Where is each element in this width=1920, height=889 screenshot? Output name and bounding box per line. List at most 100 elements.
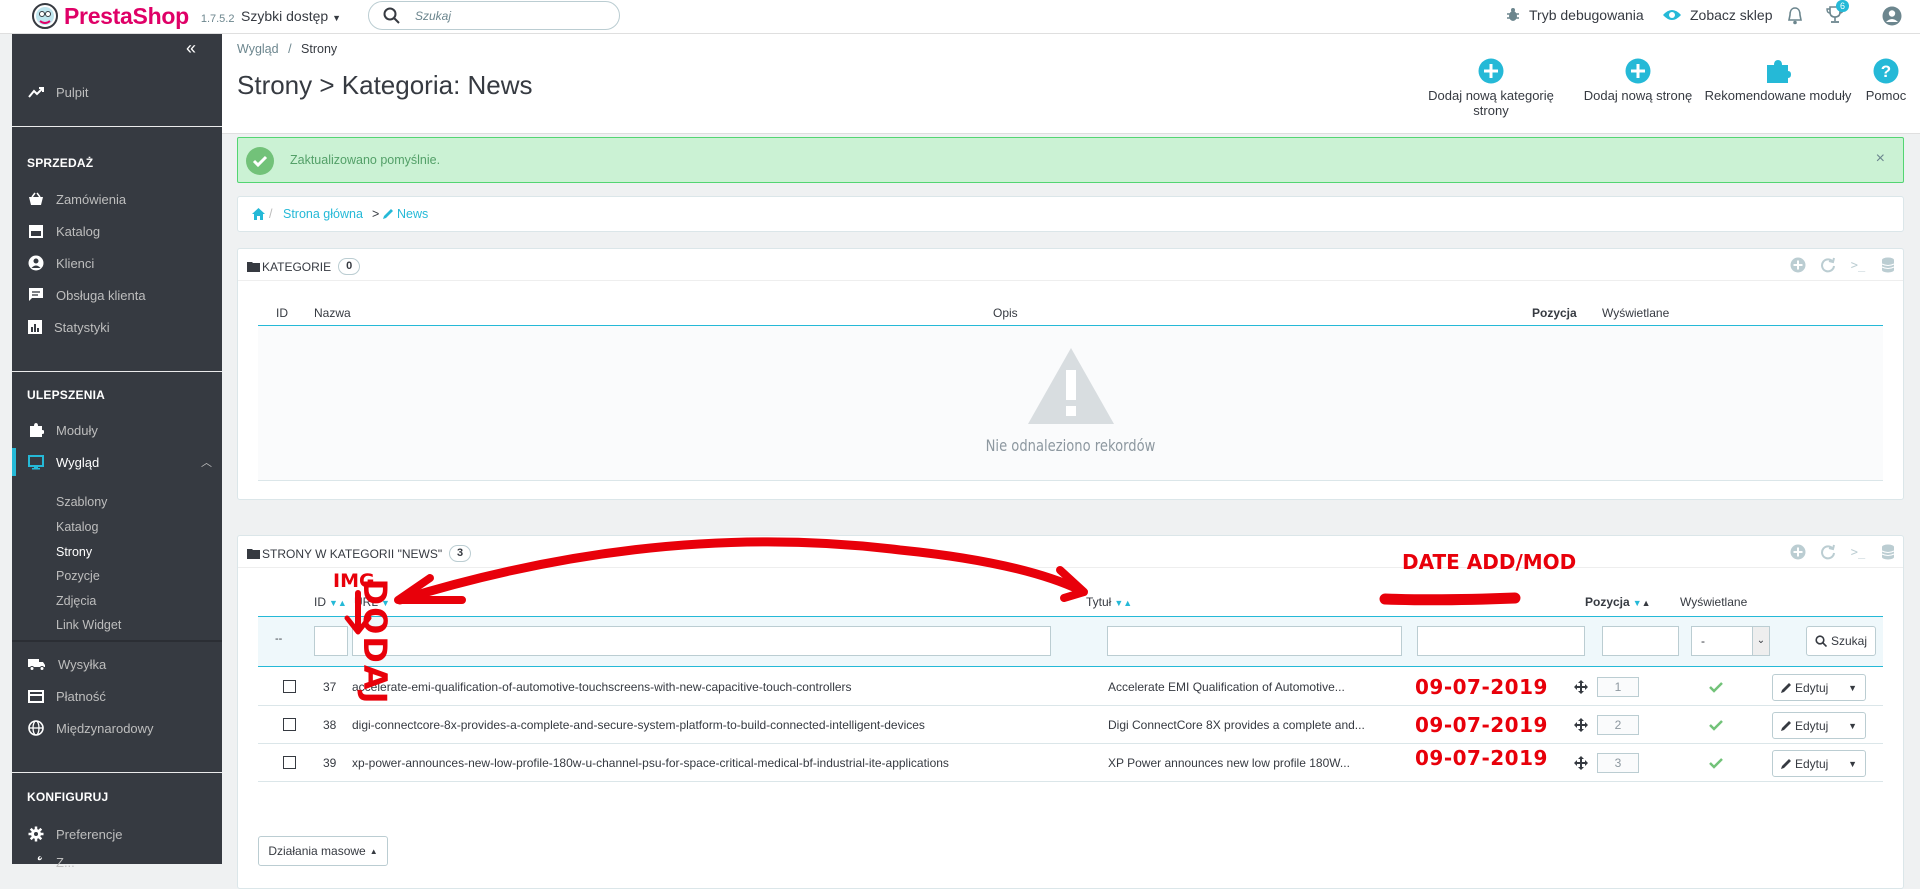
column-header-url[interactable]: URL ▼ xyxy=(354,595,390,609)
search-input[interactable]: Szukaj xyxy=(368,1,620,30)
help-button[interactable]: ? Pomoc xyxy=(1862,58,1910,103)
sidebar-subitem-catalog[interactable]: Katalog xyxy=(56,520,98,534)
table-row[interactable]: 37 accelerate-emi-qualification-of-autom… xyxy=(258,668,1883,706)
sidebar-item-design[interactable]: Wygląd ︿ xyxy=(12,448,222,476)
check-icon[interactable] xyxy=(1709,682,1723,693)
pages-panel: STRONY W KATEGORII "NEWS" 3 >_ ID ▼▲ URL ▼… xyxy=(237,535,1904,889)
caret-down-icon[interactable]: ▼ xyxy=(1848,759,1857,769)
toolbar-label: Pomoc xyxy=(1865,88,1907,103)
column-header-id[interactable]: ID ▼▲ xyxy=(314,595,347,609)
sidebar-item-dashboard[interactable]: Pulpit xyxy=(12,78,222,106)
breadcrumb-news-link[interactable]: News xyxy=(397,207,428,221)
column-header-title[interactable]: Tytuł ▼▲ xyxy=(1086,595,1132,609)
bulk-actions-button[interactable]: Działania masowe ▲ xyxy=(258,836,388,866)
filter-position-input[interactable] xyxy=(1602,626,1679,656)
sort-icon[interactable]: ▼ xyxy=(381,598,390,608)
panel-heading: KATEGORIE 0 >_ xyxy=(238,249,1903,281)
panel-title: KATEGORIE 0 xyxy=(247,258,361,275)
add-icon[interactable] xyxy=(1783,539,1813,565)
basket-icon xyxy=(29,192,43,205)
collapse-sidebar-button[interactable]: « xyxy=(186,38,196,59)
caret-down-icon[interactable]: ▼ xyxy=(1848,721,1857,731)
sidebar-subitem-link-widget[interactable]: Link Widget xyxy=(56,618,121,632)
edit-button[interactable]: Edytuj ▼ xyxy=(1772,712,1866,739)
sidebar-item-label: Statystyki xyxy=(54,319,110,335)
sidebar-item-stats[interactable]: Statystyki xyxy=(12,313,222,341)
row-checkbox[interactable] xyxy=(283,718,296,731)
search-button[interactable]: Szukaj xyxy=(1806,626,1876,656)
database-icon[interactable] xyxy=(1873,539,1903,565)
sidebar-item-customer-service[interactable]: Obsługa klienta xyxy=(12,281,222,309)
notifications-button[interactable] xyxy=(1787,7,1803,25)
check-icon[interactable] xyxy=(1709,720,1723,731)
toolbar-label: Dodaj nową kategorię strony xyxy=(1428,88,1554,118)
check-icon[interactable] xyxy=(1709,758,1723,769)
sql-query-icon[interactable]: >_ xyxy=(1843,539,1873,565)
add-page-button[interactable]: Dodaj nową stronę xyxy=(1583,58,1693,103)
sidebar-item-next[interactable]: Z... xyxy=(12,852,222,872)
view-shop-link[interactable]: Zobacz sklep xyxy=(1662,7,1772,23)
sidebar-item-payment[interactable]: Płatność xyxy=(12,682,222,710)
sidebar-item-preferences[interactable]: Preferencje xyxy=(12,820,222,848)
trending-up-icon xyxy=(28,87,44,98)
sidebar-item-label: Zamówienia xyxy=(56,191,127,207)
add-category-button[interactable]: Dodaj nową kategorię strony xyxy=(1409,58,1573,118)
bulk-actions-label: Działania masowe xyxy=(268,844,366,858)
sidebar-item-customers[interactable]: Klienci xyxy=(12,249,222,277)
home-icon[interactable] xyxy=(252,208,265,220)
filter-date-input[interactable] xyxy=(1417,626,1585,656)
sidebar-subitem-images[interactable]: Zdjęcia xyxy=(56,594,96,608)
breadcrumb-link-design[interactable]: Wygląd xyxy=(237,42,279,56)
sql-query-icon[interactable]: >_ xyxy=(1843,252,1873,278)
sidebar-item-modules[interactable]: Moduły xyxy=(12,416,222,444)
column-header-position[interactable]: Pozycja ▼▲ xyxy=(1585,595,1651,609)
drag-handle-icon[interactable] xyxy=(1574,718,1588,732)
filter-id-input[interactable] xyxy=(314,626,348,656)
quick-access-dropdown[interactable]: Szybki dostęp ▼ xyxy=(241,8,341,24)
edit-label: Edytuj xyxy=(1795,718,1829,733)
sidebar-item-international[interactable]: Międzynarodowy xyxy=(12,714,222,742)
sort-icon[interactable]: ▼▲ xyxy=(329,598,347,608)
sidebar-item-catalog[interactable]: Katalog xyxy=(12,217,222,245)
sort-icon[interactable]: ▼▲ xyxy=(1633,598,1651,608)
database-icon[interactable] xyxy=(1873,252,1903,278)
drag-handle-icon[interactable] xyxy=(1574,756,1588,770)
sidebar-subitem-themes[interactable]: Szablony xyxy=(56,495,107,509)
sidebar-item-label: Pulpit xyxy=(56,84,89,100)
account-circle-icon xyxy=(28,255,44,271)
view-shop-label: Zobacz sklep xyxy=(1690,7,1773,23)
sidebar-item-orders[interactable]: Zamówienia xyxy=(12,185,222,213)
close-alert-button[interactable]: × xyxy=(1876,150,1885,168)
sort-icon[interactable]: ▼▲ xyxy=(1114,598,1132,608)
puzzle-icon xyxy=(1767,60,1791,83)
refresh-icon[interactable] xyxy=(1813,252,1843,278)
achievements-button[interactable]: 6 xyxy=(1826,0,1850,24)
user-account-button[interactable] xyxy=(1882,6,1902,26)
sidebar-item-shipping[interactable]: Wysyłka xyxy=(12,650,222,678)
edit-button[interactable]: Edytuj ▼ xyxy=(1772,750,1866,777)
row-checkbox[interactable] xyxy=(283,756,296,769)
filter-url-input[interactable] xyxy=(352,626,1051,656)
row-url: xp-power-announces-new-low-profile-180w-… xyxy=(352,756,949,770)
debug-mode-link[interactable]: Tryb debugowania xyxy=(1505,7,1644,23)
drag-handle-icon[interactable] xyxy=(1574,680,1588,694)
debug-label: Tryb debugowania xyxy=(1529,7,1644,23)
sidebar-item-label: Preferencje xyxy=(56,826,123,842)
empty-message: Nie odnaleziono rekordów xyxy=(985,436,1156,455)
sidebar-subitem-pages[interactable]: Strony xyxy=(56,545,92,559)
row-checkbox[interactable] xyxy=(283,680,296,693)
sidebar-subitem-positions[interactable]: Pozycje xyxy=(56,569,100,583)
caret-down-icon[interactable]: ▼ xyxy=(1848,683,1857,693)
refresh-icon[interactable] xyxy=(1813,539,1843,565)
edit-button[interactable]: Edytuj ▼ xyxy=(1772,674,1866,701)
breadcrumb-current: Strony xyxy=(301,42,338,56)
eye-icon xyxy=(1663,10,1681,20)
table-row[interactable]: 38 digi-connectcore-8x-provides-a-comple… xyxy=(258,706,1883,744)
add-icon[interactable] xyxy=(1783,252,1813,278)
filter-displayed-select[interactable]: - ⌄ xyxy=(1691,626,1770,656)
breadcrumb-home-link[interactable]: Strona główna xyxy=(283,207,363,221)
table-row[interactable]: 39 xp-power-announces-new-low-profile-18… xyxy=(258,744,1883,782)
recommended-modules-button[interactable]: Rekomendowane moduły xyxy=(1703,58,1853,103)
filter-title-input[interactable] xyxy=(1107,626,1402,656)
prestashop-logo[interactable]: PrestaShop 1.7.5.2 xyxy=(32,2,234,30)
